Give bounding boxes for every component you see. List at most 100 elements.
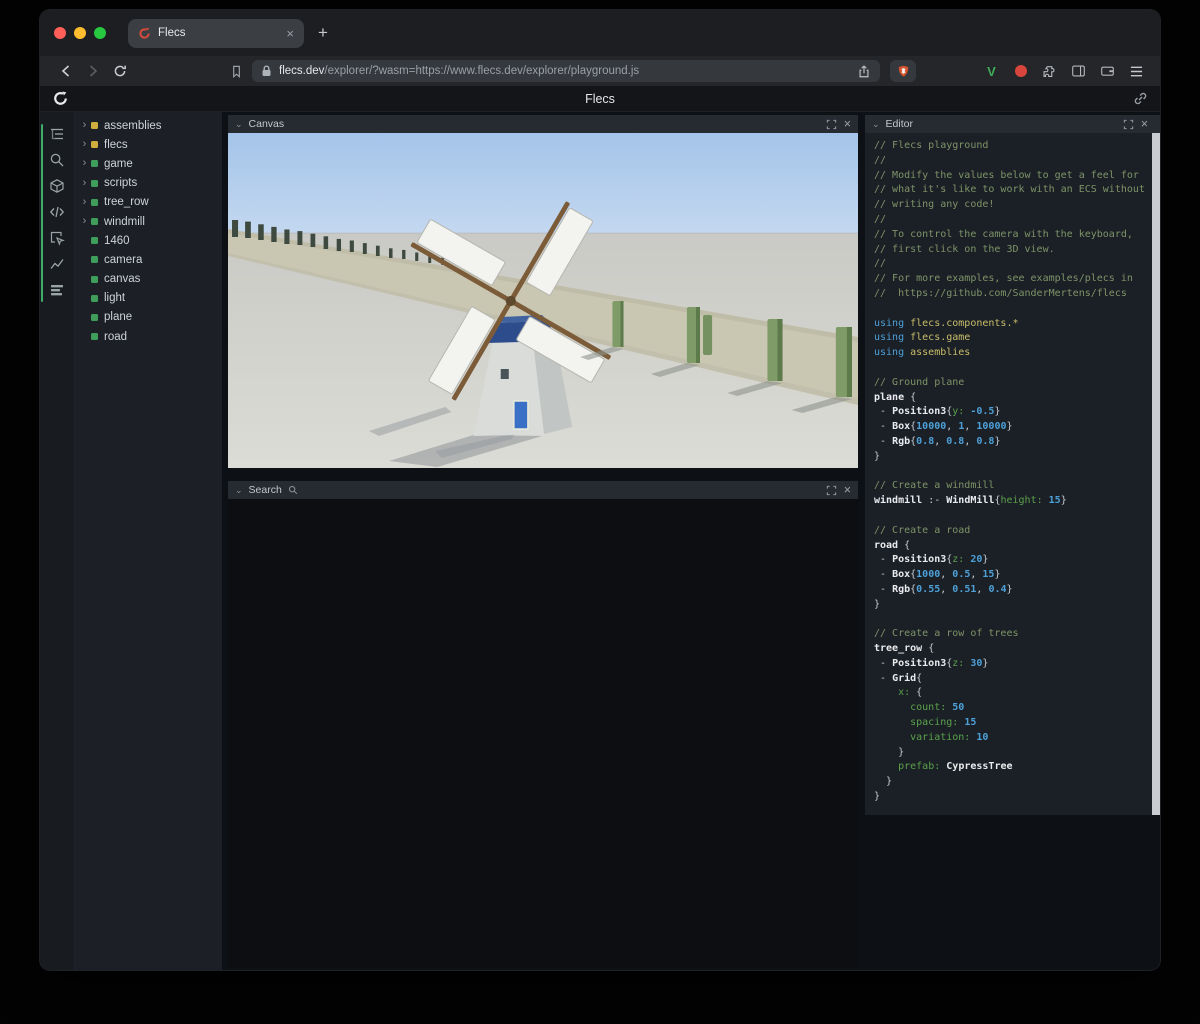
tree-item[interactable]: › tree_row <box>75 193 222 212</box>
tree-item[interactable]: plane <box>75 308 222 327</box>
entity-tree: › assemblies › flecs › game › scripts › tree_row ›… <box>75 116 222 346</box>
new-tab-button[interactable]: + <box>318 23 328 43</box>
3d-viewport[interactable] <box>228 133 858 468</box>
tree-item-label: light <box>104 292 126 305</box>
tree-item-label: flecs <box>104 138 128 151</box>
tree-item[interactable]: road <box>75 327 222 346</box>
code-line: spacing: 15 <box>910 717 977 729</box>
forward-button[interactable] <box>81 60 104 82</box>
code-line: } <box>874 450 881 462</box>
tree-item-label: tree_row <box>104 196 149 209</box>
code-line: // Create a row of trees <box>874 628 1019 640</box>
entity-color-dot <box>91 256 98 264</box>
url-bar[interactable]: flecs.dev/explorer/?wasm=https://www.fle… <box>252 60 880 82</box>
code-line: using assemblies <box>874 347 971 359</box>
extensions-puzzle-button[interactable] <box>1040 62 1059 81</box>
tree-item[interactable]: › flecs <box>75 135 222 154</box>
brave-shield-button[interactable] <box>890 60 916 82</box>
entity-color-dot <box>91 218 98 226</box>
maximize-panel-icon[interactable] <box>1122 118 1135 131</box>
maximize-panel-icon[interactable] <box>825 484 838 497</box>
bookmark-icon[interactable] <box>225 60 248 82</box>
close-panel-icon[interactable]: × <box>844 484 851 497</box>
code-line: // Create a windmill <box>874 480 995 492</box>
window-controls <box>54 27 106 39</box>
maximize-window-button[interactable] <box>94 27 106 39</box>
url-host: flecs.dev <box>279 65 325 77</box>
back-button[interactable] <box>54 60 77 82</box>
navigation-bar: flecs.dev/explorer/?wasm=https://www.fle… <box>40 56 1160 86</box>
extension-red-button[interactable] <box>1011 62 1030 81</box>
entity-color-dot <box>91 275 98 283</box>
code-line: - Box{10000, 1, 10000} <box>874 421 1013 433</box>
entity-tree-icon[interactable] <box>48 126 66 142</box>
tab-bar: Flecs × + <box>40 10 1160 56</box>
code-line: count: 50 <box>910 702 965 714</box>
extensions-area: V <box>982 62 1146 81</box>
extension-v-button[interactable]: V <box>982 62 1001 81</box>
canvas-panel-header: ⌄ Canvas × <box>228 115 858 133</box>
code-line: using flecs.game <box>874 332 971 344</box>
browser-window: Flecs × + flecs.dev/explorer/?wasm=https… <box>40 10 1160 970</box>
code-line: // Flecs playground <box>874 140 989 151</box>
entity-tree-panel: › assemblies › flecs › game › scripts › tree_row ›… <box>75 112 222 970</box>
close-panel-icon[interactable]: × <box>844 118 851 131</box>
tab-close-icon[interactable]: × <box>286 26 294 41</box>
close-window-button[interactable] <box>54 27 66 39</box>
expand-chevron-icon[interactable]: › <box>80 158 89 169</box>
code-editor[interactable]: // Flecs playground // // Modify the value… <box>865 133 1160 815</box>
tree-item[interactable]: › assemblies <box>75 116 222 135</box>
collapse-chevron-icon[interactable]: ⌄ <box>235 119 243 129</box>
browser-tab[interactable]: Flecs × <box>128 18 304 48</box>
app-header: Flecs <box>40 86 1160 112</box>
tree-item[interactable]: › windmill <box>75 212 222 231</box>
tree-item[interactable]: canvas <box>75 270 222 289</box>
menu-button[interactable] <box>1127 62 1146 81</box>
tree-item-label: assemblies <box>104 119 162 132</box>
expand-chevron-icon[interactable]: › <box>80 216 89 227</box>
code-line: // writing any code! <box>874 199 995 211</box>
inspect-icon[interactable] <box>48 230 66 246</box>
code-line: variation: 10 <box>910 731 989 743</box>
sidebar-toggle-button[interactable] <box>1069 62 1088 81</box>
collapse-chevron-icon[interactable]: ⌄ <box>872 119 880 129</box>
maximize-panel-icon[interactable] <box>825 118 838 131</box>
tree-item[interactable]: camera <box>75 250 222 269</box>
chart-icon[interactable] <box>48 256 66 272</box>
tree-item[interactable]: 1460 <box>75 231 222 250</box>
search-icon[interactable] <box>48 152 66 168</box>
code-line: - Position3{z: 20} <box>874 554 989 566</box>
tree-item-label: canvas <box>104 273 141 286</box>
code-line: // what it's like to work with an ECS wi… <box>874 184 1145 196</box>
minimize-window-button[interactable] <box>74 27 86 39</box>
share-button[interactable] <box>857 64 871 79</box>
search-panel: ⌄ Search × <box>228 481 858 968</box>
expand-chevron-icon[interactable]: › <box>80 120 89 131</box>
rail-accent <box>41 124 43 302</box>
tree-item[interactable]: › game <box>75 154 222 173</box>
code-icon[interactable] <box>48 204 66 220</box>
collapse-chevron-icon[interactable]: ⌄ <box>235 485 243 495</box>
reload-button[interactable] <box>108 60 131 82</box>
screenshot-stage: Flecs × + flecs.dev/explorer/?wasm=https… <box>0 0 1200 1024</box>
expand-chevron-icon[interactable]: › <box>80 177 89 189</box>
tree-item[interactable]: light <box>75 289 222 308</box>
editor-scrollbar[interactable] <box>1152 133 1160 815</box>
entity-color-dot <box>91 237 98 245</box>
stats-icon[interactable] <box>48 282 66 298</box>
code-line: - Rgb{0.55, 0.51, 0.4} <box>874 583 1013 595</box>
code-line: // To control the camera with the keyboa… <box>874 228 1133 240</box>
code-line: // <box>874 213 887 225</box>
code-line: x: { <box>898 687 923 699</box>
close-panel-icon[interactable]: × <box>1141 118 1148 131</box>
expand-chevron-icon[interactable]: › <box>80 196 89 208</box>
tree-item[interactable]: › scripts <box>75 174 222 193</box>
code-line: tree_row { <box>874 643 935 655</box>
code-line: // https://github.com/SanderMertens/flec… <box>874 287 1127 299</box>
expand-chevron-icon[interactable]: › <box>80 139 89 150</box>
entity-color-dot <box>91 160 98 168</box>
wallet-button[interactable] <box>1098 62 1117 81</box>
cube-icon[interactable] <box>48 178 66 194</box>
